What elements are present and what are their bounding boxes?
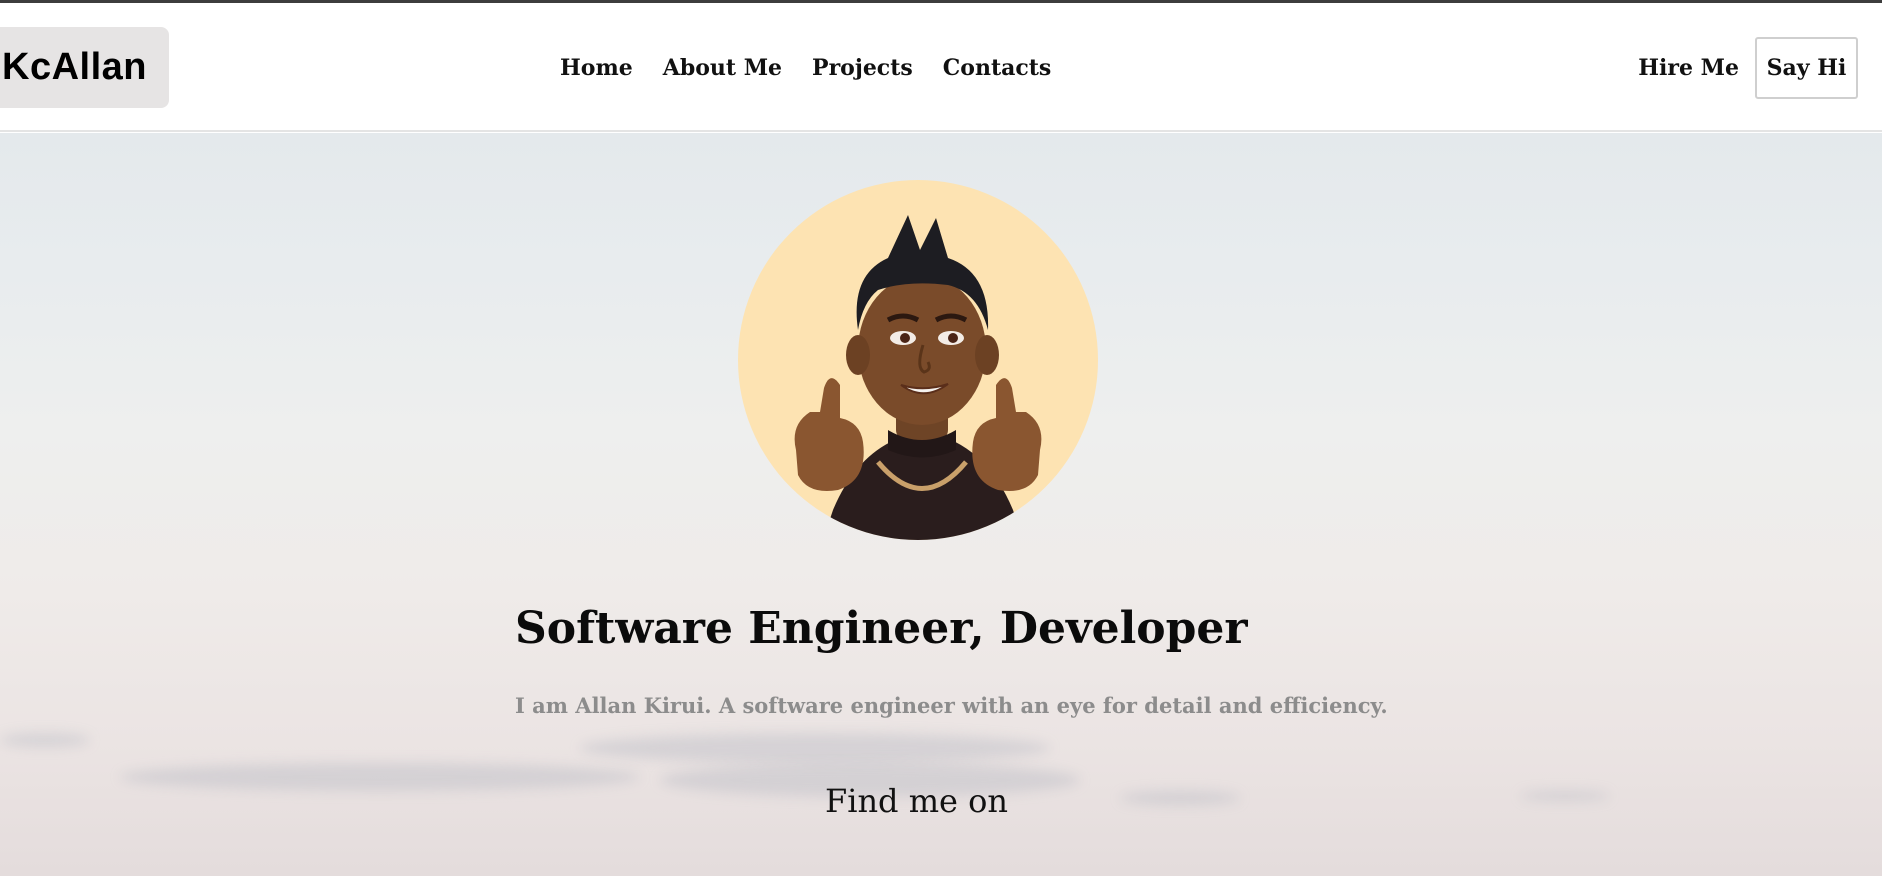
nav-about-link[interactable]: About Me [663,55,782,81]
main-nav: Home About Me Projects Contacts [560,3,1051,132]
hire-me-link[interactable]: Hire Me [1638,55,1739,81]
avatar [738,180,1098,540]
say-hi-button[interactable]: Say Hi [1755,36,1858,99]
site-header: KcAllan Home About Me Projects Contacts … [0,3,1882,132]
background-cloud [0,733,90,747]
background-cloud [580,733,1050,763]
hero-headline: Software Engineer, Developer [515,603,1248,654]
hero-section: Software Engineer, Developer I am Allan … [0,133,1882,876]
hero-description: I am Allan Kirui. A software engineer wi… [515,693,1388,718]
find-me-heading: Find me on [825,782,1009,820]
nav-home-link[interactable]: Home [560,55,633,81]
background-cloud [1520,791,1610,801]
site-logo[interactable]: KcAllan [0,27,169,108]
header-actions: Hire Me Say Hi [1638,3,1858,132]
background-cloud [120,763,640,791]
background-cloud [1120,791,1240,805]
nav-contacts-link[interactable]: Contacts [943,55,1052,81]
avatar-illustration [794,215,1042,540]
nav-projects-link[interactable]: Projects [812,55,913,81]
